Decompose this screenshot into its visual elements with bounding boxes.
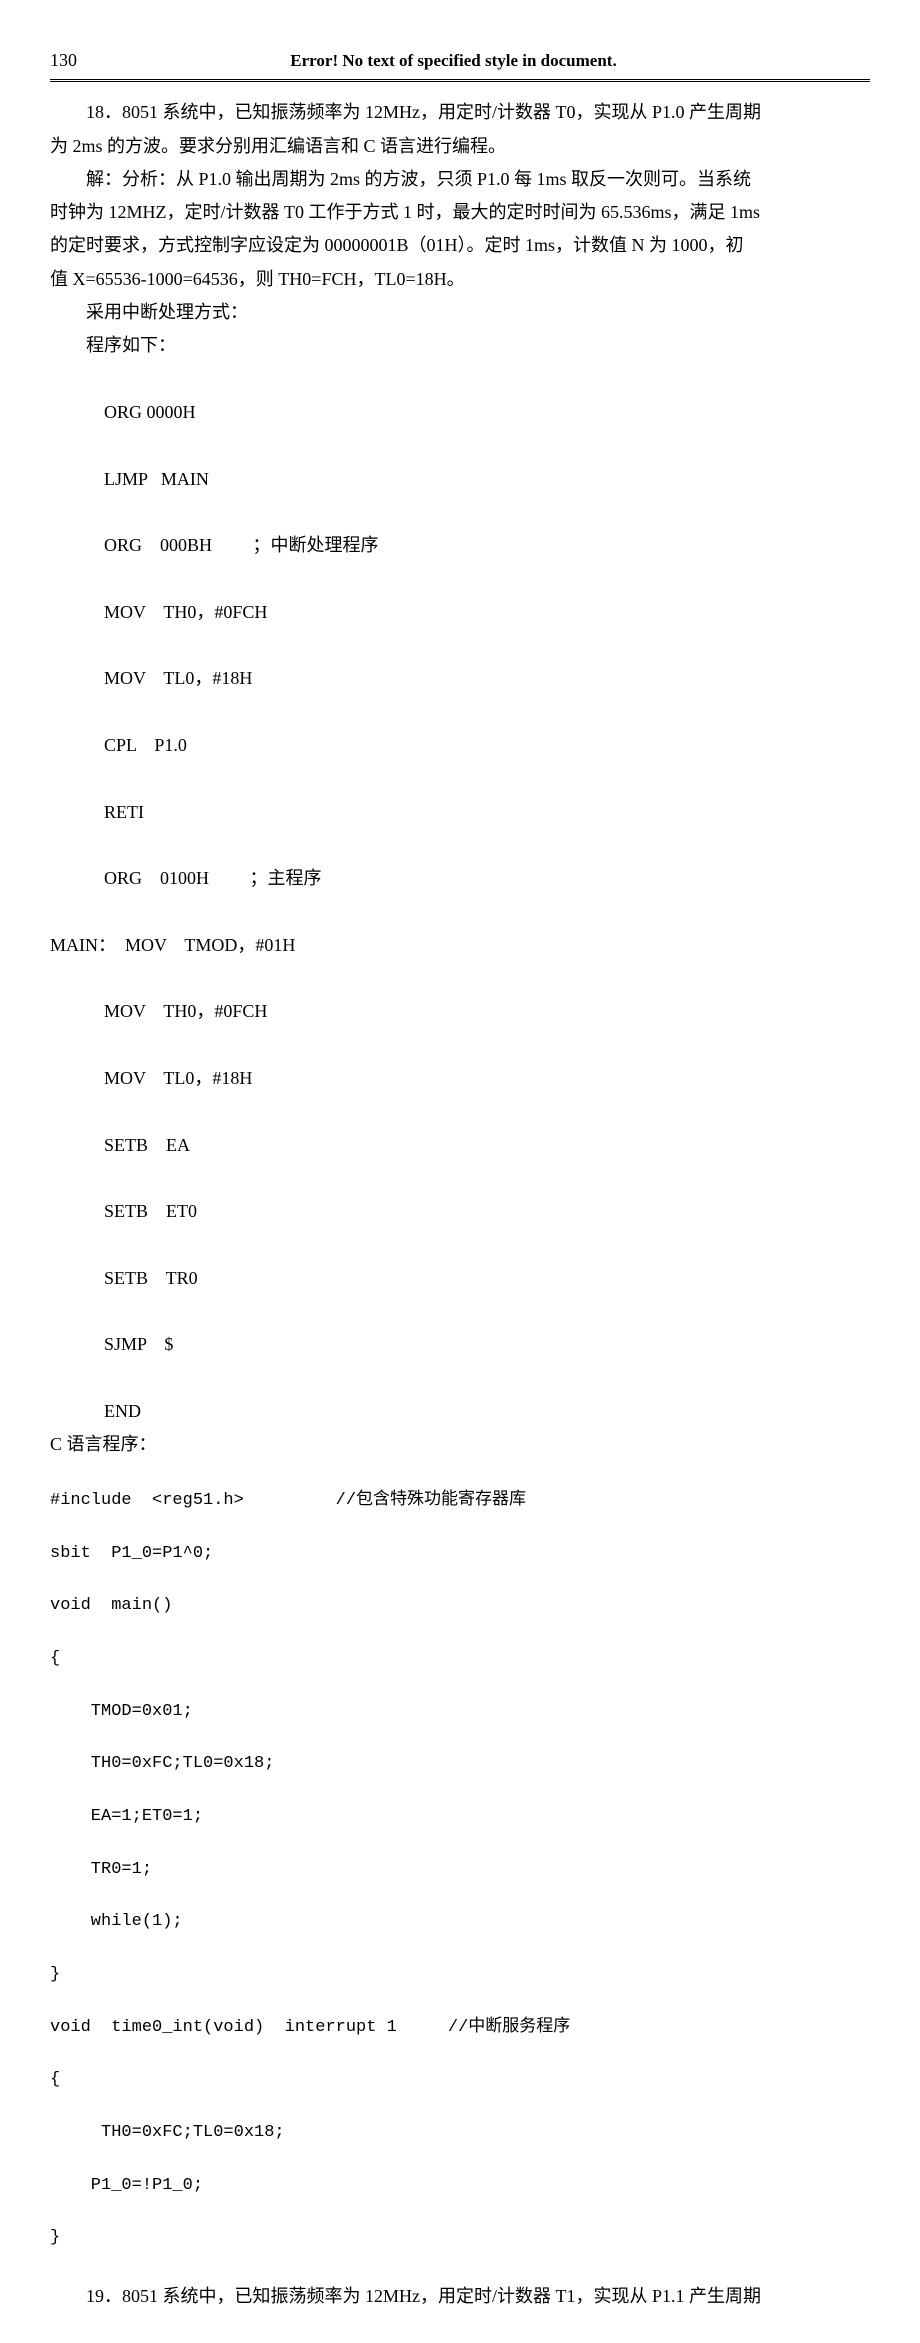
c-line: void main() xyxy=(50,1593,870,1619)
c-line: #include <reg51.h> //包含特殊功能寄存器库 xyxy=(50,1488,870,1514)
asm-line: LJMP MAIN xyxy=(50,463,870,496)
asm-line: RETI xyxy=(50,796,870,829)
asm-line: MOV TH0，#0FCH xyxy=(50,596,870,629)
c-line: } xyxy=(50,2225,870,2251)
c-line: TH0=0xFC;TL0=0x18; xyxy=(50,2120,870,2146)
c-code-block: #include <reg51.h> //包含特殊功能寄存器库 sbit P1_… xyxy=(50,1461,870,2251)
asm-line: ORG 000BH ；中断处理程序 xyxy=(50,529,870,562)
c-line: P1_0=!P1_0; xyxy=(50,2173,870,2199)
answer-line1: 解：分析：从 P1.0 输出周期为 2ms 的方波，只须 P1.0 每 1ms … xyxy=(50,163,870,196)
asm-line: MOV TH0，#0FCH xyxy=(50,995,870,1028)
question-18-line1: 18．8051 系统中，已知振荡频率为 12MHz，用定时/计数器 T0，实现从… xyxy=(50,96,870,129)
answer-line2: 时钟为 12MHZ，定时/计数器 T0 工作于方式 1 时，最大的定时时间为 6… xyxy=(50,196,870,229)
c-line: TMOD=0x01; xyxy=(50,1699,870,1725)
asm-line: MAIN： MOV TMOD，#01H xyxy=(50,929,870,962)
page-header: 130 Error! No text of specified style in… xyxy=(50,44,870,82)
c-line: sbit P1_0=P1^0; xyxy=(50,1541,870,1567)
asm-line: MOV TL0，#18H xyxy=(50,1062,870,1095)
header-error-text: Error! No text of specified style in doc… xyxy=(77,45,830,76)
asm-line: SETB ET0 xyxy=(50,1195,870,1228)
asm-line: MOV TL0，#18H xyxy=(50,662,870,695)
page-number: 130 xyxy=(50,44,77,77)
question-19: 19．8051 系统中，已知振荡频率为 12MHz，用定时/计数器 T1，实现从… xyxy=(50,2280,870,2313)
asm-line: ORG 0100H ；主程序 xyxy=(50,862,870,895)
interrupt-mode-label: 采用中断处理方式： xyxy=(50,296,870,329)
c-line: { xyxy=(50,1646,870,1672)
c-line: } xyxy=(50,1962,870,1988)
asm-line: ORG 0000H xyxy=(50,396,870,429)
question-18-line2: 为 2ms 的方波。要求分别用汇编语言和 C 语言进行编程。 xyxy=(50,130,870,163)
asm-line: CPL P1.0 xyxy=(50,729,870,762)
c-language-label: C 语言程序： xyxy=(50,1428,870,1461)
asm-line: END xyxy=(50,1395,870,1428)
c-line: while(1); xyxy=(50,1909,870,1935)
c-line: EA=1;ET0=1; xyxy=(50,1804,870,1830)
asm-line: SETB TR0 xyxy=(50,1262,870,1295)
asm-line: SJMP $ xyxy=(50,1328,870,1361)
c-line: TH0=0xFC;TL0=0x18; xyxy=(50,1751,870,1777)
program-label: 程序如下： xyxy=(50,329,870,362)
assembly-code: ORG 0000H LJMP MAIN ORG 000BH ；中断处理程序 MO… xyxy=(50,363,870,1429)
asm-line: SETB EA xyxy=(50,1129,870,1162)
answer-line3: 的定时要求，方式控制字应设定为 00000001B（01H）。定时 1ms，计数… xyxy=(50,229,870,262)
c-line: void time0_int(void) interrupt 1 //中断服务程… xyxy=(50,2015,870,2041)
c-line: TR0=1; xyxy=(50,1857,870,1883)
c-line: { xyxy=(50,2067,870,2093)
answer-line4: 值 X=65536-1000=64536，则 TH0=FCH，TL0=18H。 xyxy=(50,263,870,296)
page-container: 130 Error! No text of specified style in… xyxy=(0,0,920,2343)
